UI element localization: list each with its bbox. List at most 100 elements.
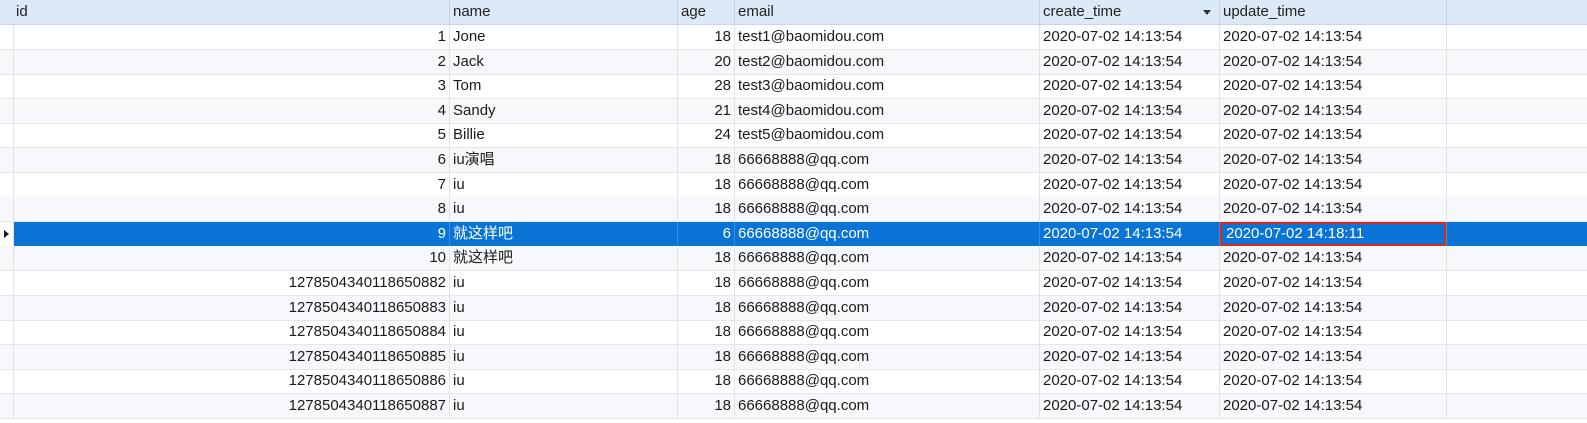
cell-name[interactable]: iu	[450, 344, 678, 369]
cell-email[interactable]: test5@baomidou.com	[735, 123, 1040, 148]
cell-id[interactable]: 1278504340118650884	[13, 320, 450, 345]
cell-age[interactable]: 18	[678, 271, 735, 295]
cell-create-time[interactable]: 2020-07-02 14:13:54	[1040, 295, 1220, 320]
cell-name[interactable]: Sandy	[450, 98, 678, 123]
cell-id[interactable]: 1278504340118650887	[13, 394, 450, 418]
table-row[interactable]: 5 Billie 24 test5@baomidou.com 2020-07-02 14…	[0, 123, 1587, 149]
row-selector[interactable]	[0, 74, 14, 99]
row-selector[interactable]	[0, 49, 14, 74]
sort-dropdown-icon[interactable]	[1203, 10, 1211, 15]
cell-name[interactable]: iu	[450, 197, 678, 222]
cell-email[interactable]: 66668888@qq.com	[735, 344, 1040, 369]
row-selector[interactable]	[0, 369, 14, 394]
table-row[interactable]: 1278504340118650884 iu 18 66668888@qq.com 20…	[0, 320, 1587, 346]
cell-email[interactable]: test2@baomidou.com	[735, 49, 1040, 74]
row-selector[interactable]	[0, 394, 14, 418]
cell-age[interactable]: 28	[678, 74, 735, 99]
cell-name[interactable]: 就这样吧	[450, 221, 678, 246]
cell-create-time[interactable]: 2020-07-02 14:13:54	[1040, 74, 1220, 99]
cell-update-time[interactable]: 2020-07-02 14:13:54	[1220, 25, 1447, 49]
cell-id[interactable]: 9	[13, 221, 450, 246]
cell-age[interactable]: 18	[678, 369, 735, 394]
cell-update-time[interactable]: 2020-07-02 14:13:54	[1220, 172, 1447, 197]
cell-id[interactable]: 3	[13, 74, 450, 99]
cell-update-time[interactable]: 2020-07-02 14:13:54	[1220, 320, 1447, 345]
cell-age[interactable]: 18	[678, 344, 735, 369]
table-row[interactable]: 6 iu演唱 18 66668888@qq.com 2020-07-02 14:13:5…	[0, 148, 1587, 173]
cell-id[interactable]: 7	[13, 172, 450, 197]
column-header-age[interactable]: age	[678, 0, 735, 24]
cell-email[interactable]: 66668888@qq.com	[735, 394, 1040, 418]
cell-create-time[interactable]: 2020-07-02 14:13:54	[1040, 394, 1220, 418]
cell-id[interactable]: 1	[13, 25, 450, 49]
cell-name[interactable]: iu	[450, 320, 678, 345]
row-selector[interactable]	[0, 148, 14, 172]
row-selector[interactable]	[0, 123, 14, 148]
cell-update-time[interactable]: 2020-07-02 14:13:54	[1220, 123, 1447, 148]
row-selector[interactable]	[0, 344, 14, 369]
cell-create-time[interactable]: 2020-07-02 14:13:54	[1040, 344, 1220, 369]
cell-age[interactable]: 6	[678, 221, 735, 246]
table-row[interactable]: 1278504340118650886 iu 18 66668888@qq.com 20…	[0, 369, 1587, 395]
cell-create-time[interactable]: 2020-07-02 14:13:54	[1040, 148, 1220, 172]
cell-create-time[interactable]: 2020-07-02 14:13:54	[1040, 49, 1220, 74]
cell-id[interactable]: 4	[13, 98, 450, 123]
cell-update-time[interactable]: 2020-07-02 14:13:54	[1220, 271, 1447, 295]
cell-create-time[interactable]: 2020-07-02 14:13:54	[1040, 221, 1220, 246]
cell-id[interactable]: 5	[13, 123, 450, 148]
cell-name[interactable]: iu	[450, 295, 678, 320]
cell-update-time[interactable]: 2020-07-02 14:13:54	[1220, 295, 1447, 320]
table-row[interactable]: 7 iu 18 66668888@qq.com 2020-07-02 14:13:54 2…	[0, 172, 1587, 198]
cell-id[interactable]: 1278504340118650886	[13, 369, 450, 394]
cell-update-time[interactable]: 2020-07-02 14:18:11	[1220, 221, 1447, 246]
row-selector[interactable]	[0, 246, 14, 271]
cell-email[interactable]: 66668888@qq.com	[735, 295, 1040, 320]
cell-email[interactable]: 66668888@qq.com	[735, 271, 1040, 295]
cell-age[interactable]: 18	[678, 148, 735, 172]
cell-update-time[interactable]: 2020-07-02 14:13:54	[1220, 197, 1447, 222]
cell-name[interactable]: 就这样吧	[450, 246, 678, 271]
cell-email[interactable]: 66668888@qq.com	[735, 148, 1040, 172]
row-selector[interactable]	[0, 271, 14, 295]
cell-update-time[interactable]: 2020-07-02 14:13:54	[1220, 148, 1447, 172]
cell-id[interactable]: 8	[13, 197, 450, 222]
row-selector[interactable]	[0, 197, 14, 222]
row-selector[interactable]	[0, 295, 14, 320]
column-header-id[interactable]: id	[13, 0, 450, 24]
cell-update-time[interactable]: 2020-07-02 14:13:54	[1220, 369, 1447, 394]
cell-age[interactable]: 18	[678, 197, 735, 222]
table-row[interactable]: 1 Jone 18 test1@baomidou.com 2020-07-02 14:1…	[0, 25, 1587, 50]
cell-create-time[interactable]: 2020-07-02 14:13:54	[1040, 271, 1220, 295]
cell-name[interactable]: Jack	[450, 49, 678, 74]
row-selector[interactable]	[0, 172, 14, 197]
cell-update-time[interactable]: 2020-07-02 14:13:54	[1220, 98, 1447, 123]
cell-email[interactable]: 66668888@qq.com	[735, 369, 1040, 394]
cell-age[interactable]: 18	[678, 246, 735, 271]
cell-age[interactable]: 20	[678, 49, 735, 74]
cell-email[interactable]: test3@baomidou.com	[735, 74, 1040, 99]
table-row[interactable]: 2 Jack 20 test2@baomidou.com 2020-07-02 14:1…	[0, 49, 1587, 75]
table-row[interactable]: 4 Sandy 21 test4@baomidou.com 2020-07-02 14:…	[0, 98, 1587, 124]
cell-email[interactable]: 66668888@qq.com	[735, 246, 1040, 271]
cell-age[interactable]: 18	[678, 172, 735, 197]
table-row[interactable]: 1278504340118650885 iu 18 66668888@qq.com 20…	[0, 344, 1587, 370]
cell-create-time[interactable]: 2020-07-02 14:13:54	[1040, 172, 1220, 197]
cell-name[interactable]: Tom	[450, 74, 678, 99]
column-header-create-time[interactable]: create_time	[1040, 0, 1220, 24]
cell-create-time[interactable]: 2020-07-02 14:13:54	[1040, 123, 1220, 148]
table-row[interactable]: 9 就这样吧 6 66668888@qq.com 2020-07-02 14:13:54…	[0, 221, 1587, 247]
cell-email[interactable]: 66668888@qq.com	[735, 320, 1040, 345]
cell-id[interactable]: 1278504340118650883	[13, 295, 450, 320]
cell-name[interactable]: Billie	[450, 123, 678, 148]
cell-create-time[interactable]: 2020-07-02 14:13:54	[1040, 25, 1220, 49]
cell-id[interactable]: 1278504340118650885	[13, 344, 450, 369]
row-selector[interactable]	[0, 320, 14, 345]
cell-name[interactable]: iu	[450, 394, 678, 418]
column-header-update-time[interactable]: update_time	[1220, 0, 1447, 24]
cell-age[interactable]: 18	[678, 295, 735, 320]
cell-email[interactable]: 66668888@qq.com	[735, 221, 1040, 246]
cell-age[interactable]: 24	[678, 123, 735, 148]
cell-name[interactable]: Jone	[450, 25, 678, 49]
cell-create-time[interactable]: 2020-07-02 14:13:54	[1040, 320, 1220, 345]
cell-name[interactable]: iu演唱	[450, 148, 678, 172]
